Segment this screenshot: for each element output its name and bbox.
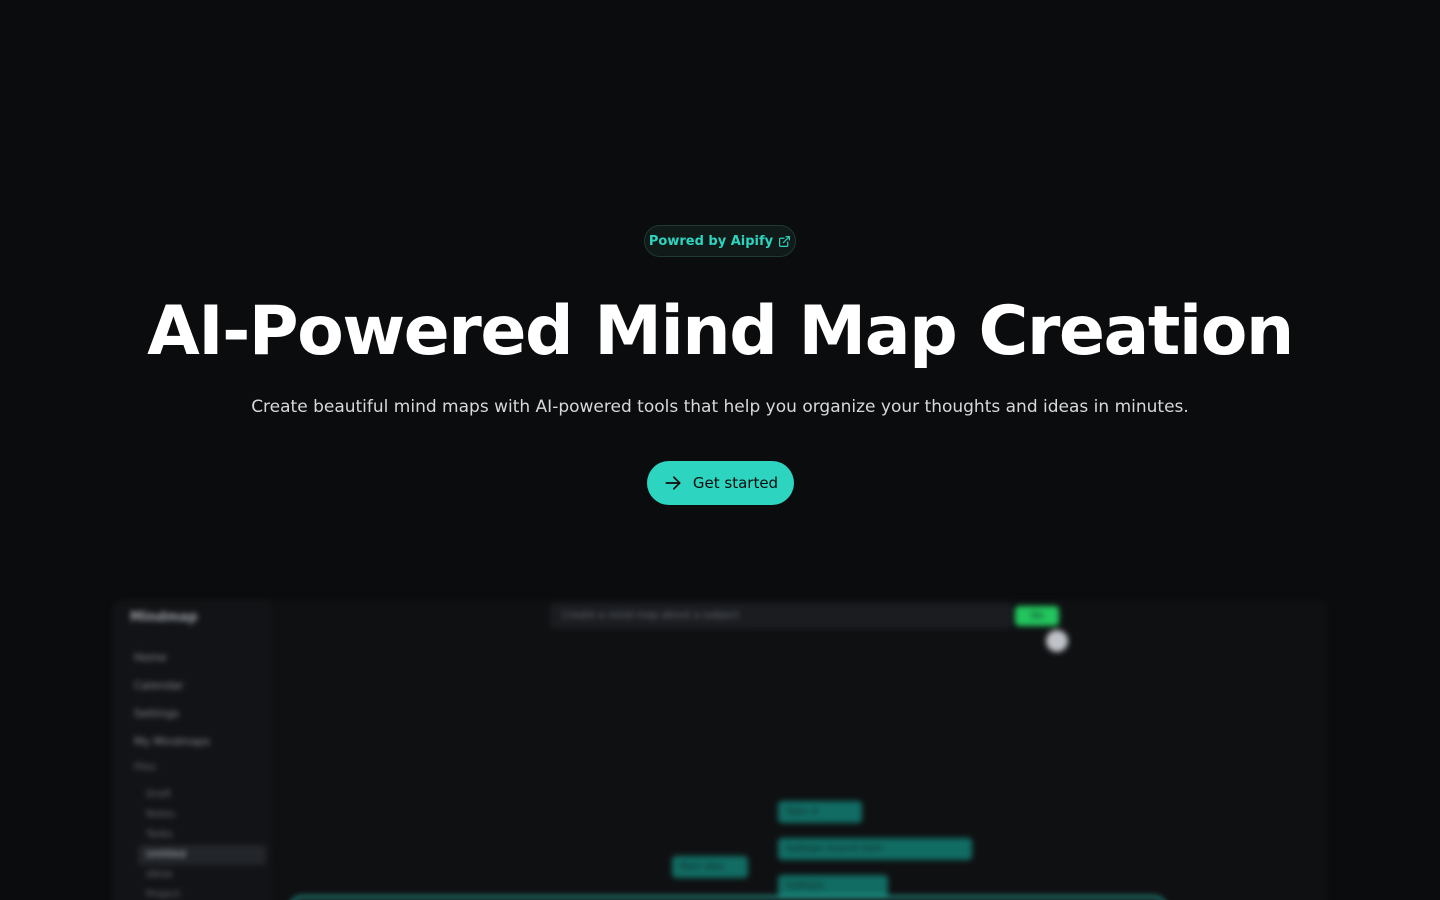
preview-node: Topic A: [778, 801, 862, 823]
preview-nav-item: Settings: [134, 707, 180, 720]
landing-page: Powred by Aipify AI-Powered Mind Map Cre…: [0, 0, 1440, 900]
preview-sidebar: Mindmap Home Calendar Settings My Mindma…: [112, 600, 272, 900]
preview-logo: Mindmap: [130, 610, 198, 625]
preview-file: Project: [146, 889, 181, 900]
preview-nav-item: Home: [134, 651, 167, 664]
preview-nav: Home Calendar Settings My Mindmaps: [134, 644, 210, 756]
preview-canvas-frame: [288, 896, 1168, 900]
hero-title: AI-Powered Mind Map Creation: [147, 292, 1294, 371]
preview-generate-button: Go: [1015, 606, 1059, 626]
preview-file: Tasks: [146, 829, 173, 840]
hero-subtitle: Create beautiful mind maps with AI-power…: [251, 397, 1189, 417]
preview-file: Ideas: [146, 869, 173, 880]
get-started-label: Get started: [692, 474, 779, 492]
badge-label: Powred by Aipify: [648, 233, 774, 249]
preview-prompt-input: Create a mind map about a subject: [550, 603, 1012, 629]
arrow-right-icon: [665, 476, 681, 490]
preview-file: Notes: [146, 809, 175, 820]
preview-node: Main Idea: [672, 856, 748, 878]
powered-by-badge[interactable]: Powred by Aipify: [644, 225, 796, 257]
app-preview-image: Mindmap Home Calendar Settings My Mindma…: [112, 600, 1328, 900]
preview-avatar: [1046, 630, 1068, 652]
preview-file-active: Untitled: [138, 845, 266, 865]
get-started-button[interactable]: Get started: [647, 461, 794, 505]
preview-section-label: Files: [134, 762, 156, 773]
preview-file: Draft: [146, 789, 172, 800]
preview-file-list: Draft Notes Tasks Untitled Ideas Project: [138, 785, 266, 900]
preview-nav-item: My Mindmaps: [134, 735, 211, 748]
external-link-icon: [779, 235, 791, 247]
preview-node: Subtopic branch item: [778, 838, 972, 860]
preview-nav-item: Calendar: [134, 679, 184, 692]
preview-node: Subtopic: [778, 875, 888, 897]
